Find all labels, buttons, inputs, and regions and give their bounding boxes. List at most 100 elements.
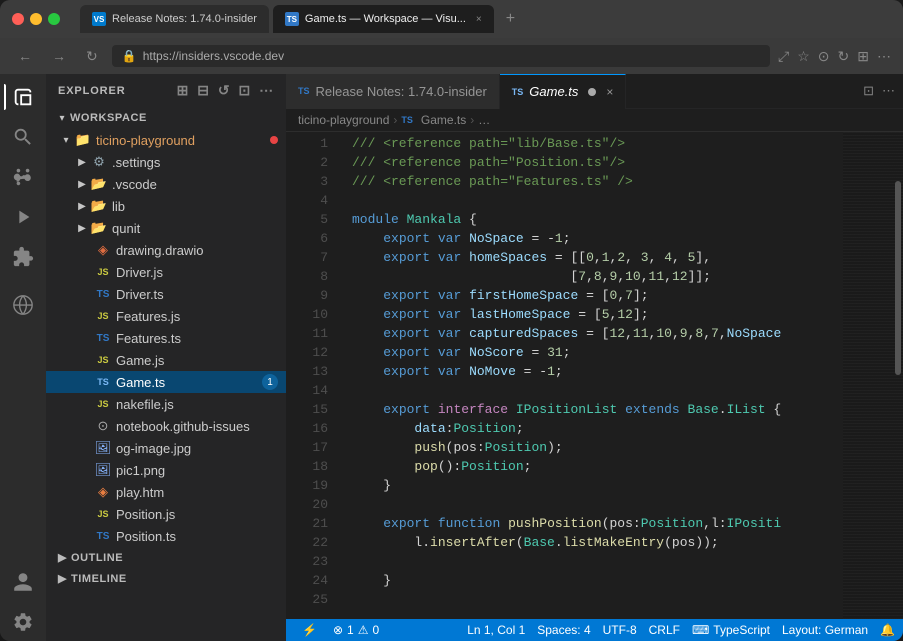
code-line-22: l.insertAfter(Base.listMakeEntry(pos)); <box>336 533 843 552</box>
refresh-explorer-icon[interactable]: ↺ <box>218 82 231 99</box>
browser-tab-prev[interactable]: VS Release Notes: 1.74.0-insider <box>80 5 269 33</box>
more-actions-icon[interactable]: ⋯ <box>259 82 274 99</box>
code-line-23 <box>336 552 843 571</box>
tree-item-driver-js[interactable]: ▶ JS Driver.js <box>46 261 286 283</box>
activity-item-search[interactable] <box>4 118 42 156</box>
forward-button[interactable]: → <box>46 46 72 66</box>
status-layout[interactable]: Layout: German <box>782 623 868 637</box>
browser-navbar: ← → ↻ 🔒 https://insiders.vscode.dev ⤢ ☆ … <box>0 38 903 74</box>
main-editor-area: TS Release Notes: 1.74.0-insider TS Game… <box>286 74 903 641</box>
nav-profile-icon[interactable]: ⊙ <box>818 48 830 65</box>
status-errors[interactable]: ⊗ 1 ⚠ 0 <box>333 623 379 637</box>
tree-item-ticino[interactable]: ▾ 📁 ticino-playground <box>46 129 286 151</box>
timeline-section[interactable]: ▶ TIMELINE <box>46 568 286 589</box>
browser-tab-label: Release Notes: 1.74.0-insider <box>112 13 257 25</box>
tree-item-features-ts[interactable]: ▶ TS Features.ts <box>46 327 286 349</box>
browser-tab-active[interactable]: TS Game.ts — Workspace — Visu... × <box>273 5 494 33</box>
activity-item-remote[interactable] <box>4 286 42 324</box>
new-tab-button[interactable]: + <box>506 10 515 28</box>
collapse-all-icon[interactable]: ⊡ <box>238 82 251 99</box>
tree-item-lib[interactable]: ▶ 📂 lib <box>46 195 286 217</box>
tree-item-game-js[interactable]: ▶ JS Game.js <box>46 349 286 371</box>
activity-item-accounts[interactable] <box>4 563 42 601</box>
status-language[interactable]: ⌨ TypeScript <box>692 623 770 637</box>
workspace-root[interactable]: ▾ WORKSPACE <box>46 107 286 129</box>
tree-item-game-ts[interactable]: ▶ TS Game.ts 1 <box>46 371 286 393</box>
spaces-text: Spaces: 4 <box>537 623 590 637</box>
close-traffic-light[interactable] <box>12 13 24 25</box>
status-left: ⚡ ⊗ 1 ⚠ 0 <box>294 619 379 641</box>
more-tab-actions-icon[interactable]: ⋯ <box>882 83 895 99</box>
timeline-arrow: ▶ <box>58 572 67 585</box>
tree-item-position-ts[interactable]: ▶ TS Position.ts <box>46 525 286 547</box>
tree-item-position-js[interactable]: ▶ JS Position.js <box>46 503 286 525</box>
code-content[interactable]: /// <reference path="lib/Base.ts"/> /// … <box>336 132 843 619</box>
code-line-13: export var NoMove = -1; <box>336 362 843 381</box>
refresh-button[interactable]: ↻ <box>80 46 104 67</box>
lib-arrow: ▶ <box>74 201 90 212</box>
ticino-arrow: ▾ <box>58 135 74 146</box>
position-js-label: Position.js <box>116 507 286 522</box>
vscode-folder-icon: 📂 <box>90 176 108 192</box>
code-line-3: /// <reference path="Features.ts" /> <box>336 172 843 191</box>
code-line-20 <box>336 495 843 514</box>
code-line-7: export var homeSpaces = [[0,1,2, 3, 4, 5… <box>336 248 843 267</box>
maximize-traffic-light[interactable] <box>48 13 60 25</box>
status-spaces[interactable]: Spaces: 4 <box>537 623 590 637</box>
nav-menu-icon[interactable]: ⋯ <box>877 48 891 65</box>
tree-item-play-htm[interactable]: ▶ ◈ play.htm <box>46 481 286 503</box>
tree-item-og-image[interactable]: ▶ 🖼 og-image.jpg <box>46 437 286 459</box>
nav-bookmark-icon[interactable]: ☆ <box>797 48 810 65</box>
new-file-icon[interactable]: ⊞ <box>177 82 190 99</box>
code-line-12: export var NoScore = 31; <box>336 343 843 362</box>
js-icon: JS <box>94 267 112 277</box>
qunit-arrow: ▶ <box>74 223 90 234</box>
tree-item-pic1[interactable]: ▶ 🖼 pic1.png <box>46 459 286 481</box>
activity-item-run[interactable] <box>4 198 42 236</box>
status-remote[interactable]: ⚡ <box>294 619 325 641</box>
lib-label: lib <box>112 199 286 214</box>
error-count: 1 <box>347 623 354 637</box>
outline-section[interactable]: ▶ OUTLINE <box>46 547 286 568</box>
tree-item-drawing[interactable]: ▶ ◈ drawing.drawio <box>46 239 286 261</box>
tab-game-ts[interactable]: TS Game.ts × <box>500 74 627 109</box>
tree-item-features-js[interactable]: ▶ JS Features.js <box>46 305 286 327</box>
status-position[interactable]: Ln 1, Col 1 <box>467 623 525 637</box>
breadcrumb-symbol[interactable]: … <box>478 113 490 127</box>
split-editor-icon[interactable]: ⊡ <box>863 83 874 99</box>
tree-item-nakefile[interactable]: ▶ JS nakefile.js <box>46 393 286 415</box>
nav-extension-icon[interactable]: ⊞ <box>857 48 869 65</box>
driver-ts-label: Driver.ts <box>116 287 286 302</box>
tree-item-settings-folder[interactable]: ▶ ⚙ .settings <box>46 151 286 173</box>
status-notifications[interactable]: 🔔 <box>880 623 895 637</box>
sidebar: Explorer ⊞ ⊟ ↺ ⊡ ⋯ ▾ WORKSPACE ▾ <box>46 74 286 641</box>
tab-actions: ⊡ ⋯ <box>855 83 903 99</box>
activity-item-explorer[interactable] <box>4 78 42 116</box>
address-bar[interactable]: 🔒 https://insiders.vscode.dev <box>112 45 770 67</box>
nav-sync-icon[interactable]: ↻ <box>838 48 850 65</box>
status-encoding[interactable]: UTF-8 <box>603 623 637 637</box>
browser-tab-close[interactable]: × <box>476 14 482 25</box>
code-line-9: export var firstHomeSpace = [0,7]; <box>336 286 843 305</box>
activity-item-settings[interactable] <box>4 603 42 641</box>
tree-item-qunit[interactable]: ▶ 📂 qunit <box>46 217 286 239</box>
activity-item-extensions[interactable] <box>4 238 42 276</box>
tree-item-driver-ts[interactable]: ▶ TS Driver.ts <box>46 283 286 305</box>
workspace-arrow: ▾ <box>54 113 70 124</box>
lock-icon: 🔒 <box>122 49 137 63</box>
new-folder-icon[interactable]: ⊟ <box>197 82 210 99</box>
breadcrumb-root[interactable]: ticino-playground <box>298 113 389 127</box>
tree-item-vscode-folder[interactable]: ▶ 📂 .vscode <box>46 173 286 195</box>
game-ts-close-btn[interactable]: × <box>606 85 613 99</box>
minimap-scrollbar[interactable] <box>895 181 901 376</box>
code-line-17: push(pos:Position); <box>336 438 843 457</box>
tree-item-notebook[interactable]: ▶ ⊙ notebook.github-issues <box>46 415 286 437</box>
github-icon: ⊙ <box>94 418 112 434</box>
minimize-traffic-light[interactable] <box>30 13 42 25</box>
breadcrumb-file[interactable]: TS Game.ts <box>401 113 466 127</box>
activity-item-scm[interactable] <box>4 158 42 196</box>
tab-release-notes[interactable]: TS Release Notes: 1.74.0-insider <box>286 74 500 109</box>
nav-share-icon[interactable]: ⤢ <box>778 48 789 65</box>
back-button[interactable]: ← <box>12 46 38 66</box>
status-line-ending[interactable]: CRLF <box>649 623 680 637</box>
